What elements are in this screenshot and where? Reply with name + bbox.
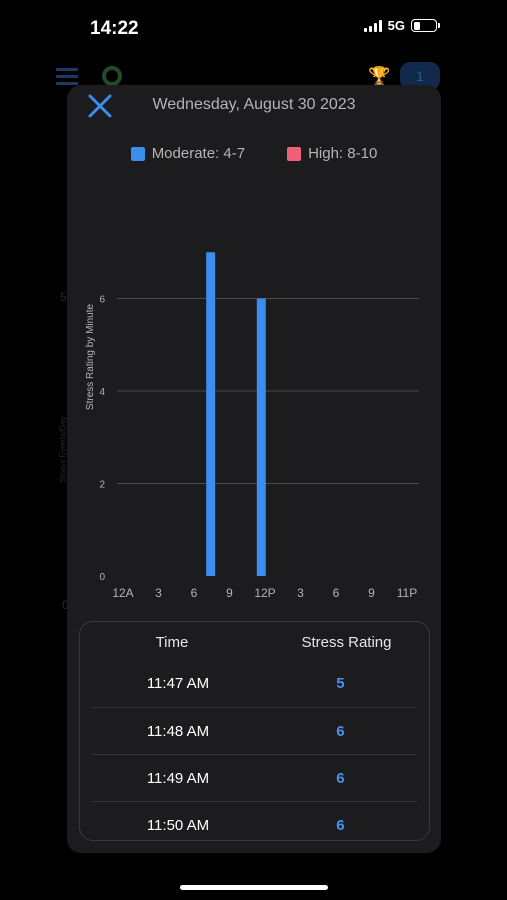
background-axis-top: 5 bbox=[60, 290, 67, 304]
x-tick-label: 11P bbox=[397, 586, 417, 600]
x-tick-label: 9 bbox=[226, 586, 233, 600]
y-tick-label: 0 bbox=[99, 572, 105, 583]
x-tick-label: 3 bbox=[155, 586, 162, 600]
row-rating: 5 bbox=[336, 675, 345, 692]
table-row: 11:49 AM 6 bbox=[92, 754, 417, 801]
table-header: Time Stress Rating bbox=[80, 622, 429, 660]
stress-chart-svg: 0246Stress Rating by Minute12A 3 6 9 12P 3 6 9 1… bbox=[85, 252, 419, 600]
stress-table: Time Stress Rating 11:47 AM 5 11:48 AM 6… bbox=[79, 621, 430, 841]
chart-bar bbox=[206, 252, 216, 576]
chart-bar bbox=[256, 298, 266, 576]
y-tick-label: 2 bbox=[99, 480, 105, 491]
x-tick-label: 12P bbox=[254, 586, 275, 600]
stress-detail-modal: Wednesday, August 30 2023 Moderate: 4-7 … bbox=[67, 85, 441, 853]
header-time: Time bbox=[155, 634, 189, 651]
row-rating: 6 bbox=[336, 722, 345, 740]
row-time: 11:50 AM bbox=[146, 816, 210, 834]
x-tick-label: 6 bbox=[191, 586, 198, 600]
row-rating: 6 bbox=[336, 816, 345, 834]
row-time: 11:49 AM bbox=[146, 769, 210, 787]
table-row: 11:50 AM 6 bbox=[92, 801, 417, 848]
row-time: 11:48 AM bbox=[146, 722, 210, 740]
table-row: 11:47 AM 5 bbox=[92, 660, 417, 707]
stress-chart: 0 2 4 6 Stress Rating by Minute 12A 3 6 9 12P 3 6 9 1… bbox=[67, 85, 441, 615]
activity-ring-icon bbox=[102, 66, 122, 86]
y-tick-label: 6 bbox=[99, 295, 105, 306]
y-tick-label: 4 bbox=[99, 387, 105, 398]
x-tick-label: 3 bbox=[297, 586, 304, 600]
header-stress-rating: Stress Rating bbox=[301, 634, 392, 651]
x-tick-label: 6 bbox=[333, 586, 340, 600]
home-indicator[interactable] bbox=[180, 885, 328, 890]
x-tick-label: 12A bbox=[112, 586, 133, 600]
table-row: 11:48 AM 6 bbox=[92, 707, 417, 754]
y-axis-label: Stress Rating by Minute bbox=[85, 303, 96, 410]
trophy-icon: 🏆 bbox=[368, 66, 391, 86]
x-tick-label: 9 bbox=[368, 586, 375, 600]
row-rating: 6 bbox=[336, 769, 345, 787]
row-time: 11:47 AM bbox=[146, 675, 210, 692]
